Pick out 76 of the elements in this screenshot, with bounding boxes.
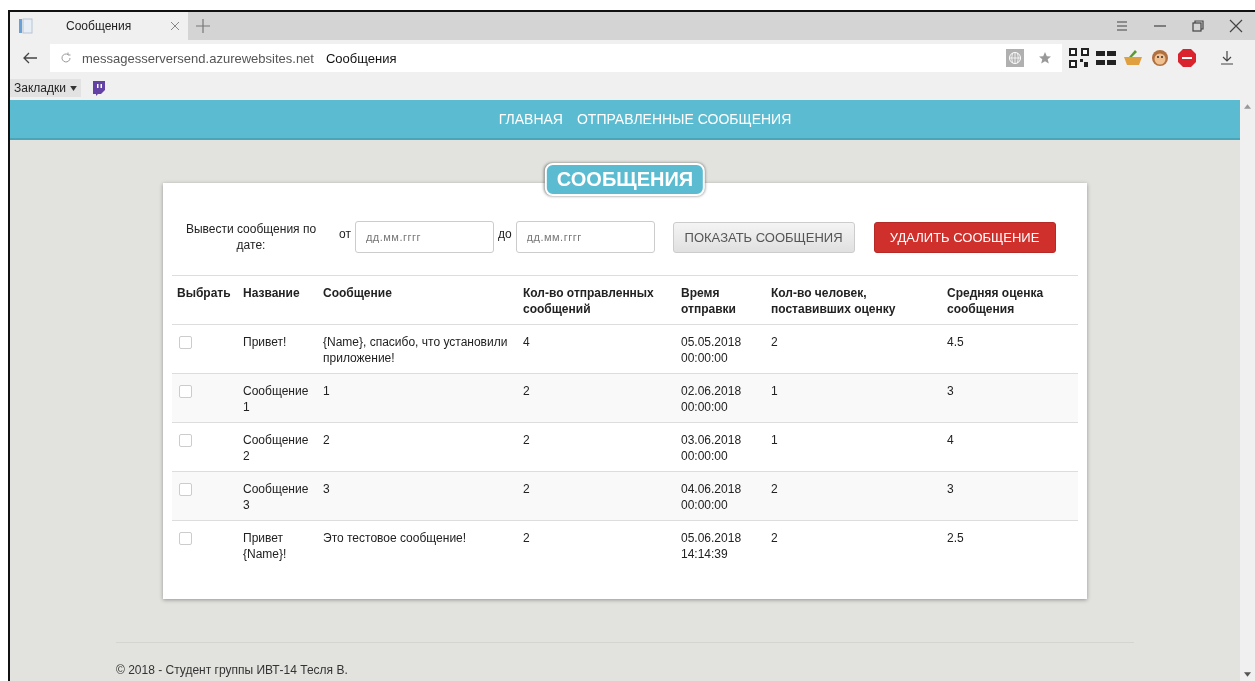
url-text: messagesserversend.azurewebsites.net [82, 50, 314, 66]
menu-icon[interactable] [1115, 19, 1129, 33]
table-cell: 4.5 [947, 335, 964, 349]
table-cell: Сообщение 2 [243, 433, 309, 463]
column-header: Сообщение [318, 275, 518, 325]
table-cell: 3 [947, 482, 954, 496]
footer-text: © 2018 - Студент группы ИВТ-14 Тесля В. [116, 663, 349, 677]
bookmarks-button[interactable]: Закладки [10, 79, 81, 97]
section-heading: СООБЩЕНИЯ [544, 163, 706, 196]
table-cell: 1 [771, 384, 778, 398]
table-cell: 02.06.2018 00:00:00 [681, 384, 742, 414]
chat-bubble-icon[interactable] [90, 80, 107, 96]
row-checkbox[interactable] [179, 434, 192, 447]
close-icon[interactable] [1229, 19, 1243, 33]
close-icon[interactable] [170, 21, 180, 31]
table-cell: 2 [523, 482, 530, 496]
table-cell: 03.06.2018 00:00:00 [681, 433, 742, 463]
globe-icon[interactable] [1006, 49, 1024, 67]
page-icon [18, 18, 34, 34]
table-cell: 2 [771, 482, 778, 496]
delete-message-button[interactable]: УДАЛИТЬ СООБЩЕНИЕ [873, 221, 1056, 253]
row-checkbox[interactable] [179, 532, 192, 545]
page-title-text: Сообщения [325, 50, 397, 66]
back-arrow-icon[interactable] [22, 50, 38, 66]
column-header: Время отправки [676, 275, 766, 325]
column-header: Средняя оценка сообщения [942, 275, 1078, 325]
monkey-face-icon[interactable] [1150, 48, 1170, 68]
restore-icon[interactable] [1191, 19, 1205, 33]
caret-icon [69, 85, 77, 91]
table-cell: Привет! [243, 335, 287, 349]
column-header: Название [238, 275, 318, 325]
row-checkbox[interactable] [179, 483, 192, 496]
new-tab-icon[interactable] [196, 19, 210, 33]
table-cell: 2 [523, 384, 530, 398]
table-cell: 1 [771, 433, 778, 447]
table-cell: Сообщение 1 [243, 384, 309, 414]
scroll-down-icon[interactable] [1244, 672, 1251, 677]
browser-tab[interactable]: Сообщения [10, 12, 188, 40]
filter-label: Вывести сообщения по дате: [184, 221, 318, 253]
table-cell: {Name}, спасибо, что установили приложение! [323, 335, 508, 365]
reload-icon[interactable] [60, 52, 72, 64]
table-cell: 1 [323, 384, 330, 398]
from-label: от [339, 227, 351, 241]
table-cell: 4 [523, 335, 530, 349]
to-label: до [497, 227, 512, 241]
table-cell: 05.06.2018 14:14:39 [681, 531, 742, 561]
table-cell: 2 [323, 433, 330, 447]
star-icon[interactable] [1038, 51, 1052, 65]
table-cell: Сообщение 3 [243, 482, 309, 512]
address-bar[interactable]: messagesserversend.azurewebsites.net Сообщения [50, 44, 1062, 72]
table-cell: 3 [323, 482, 330, 496]
grid-blocks-icon[interactable] [1096, 48, 1116, 68]
basket-icon[interactable] [1123, 48, 1143, 68]
table-cell: 04.06.2018 00:00:00 [681, 482, 742, 512]
column-header: Выбрать [172, 275, 238, 325]
table-cell: Привет {Name}! [243, 531, 287, 561]
row-checkbox[interactable] [179, 385, 192, 398]
tab-title: Сообщения [66, 19, 133, 33]
row-checkbox[interactable] [179, 336, 192, 349]
date-to-field[interactable]: дд.мм.гггг [515, 221, 655, 253]
table-cell: 2 [771, 335, 778, 349]
scroll-up-icon[interactable] [1244, 104, 1251, 109]
column-header: Кол-во человек, поставивших оценку [766, 275, 942, 325]
column-header: Кол-во отправленных сообщений [518, 275, 676, 325]
table-cell: 3 [947, 384, 954, 398]
table-cell: 2 [523, 433, 530, 447]
table-cell: 2.5 [947, 531, 964, 545]
download-icon[interactable] [1219, 50, 1235, 66]
table-cell: 2 [771, 531, 778, 545]
date-from-field[interactable]: дд.мм.гггг [354, 221, 494, 253]
show-messages-button[interactable]: ПОКАЗАТЬ СООБЩЕНИЯ [672, 221, 855, 253]
table-cell: 2 [523, 531, 530, 545]
qr-code-icon[interactable] [1069, 48, 1089, 68]
table-cell: Это тестовое сообщение! [323, 531, 467, 545]
table-cell: 4 [947, 433, 954, 447]
table-cell: 05.05.2018 00:00:00 [681, 335, 742, 365]
